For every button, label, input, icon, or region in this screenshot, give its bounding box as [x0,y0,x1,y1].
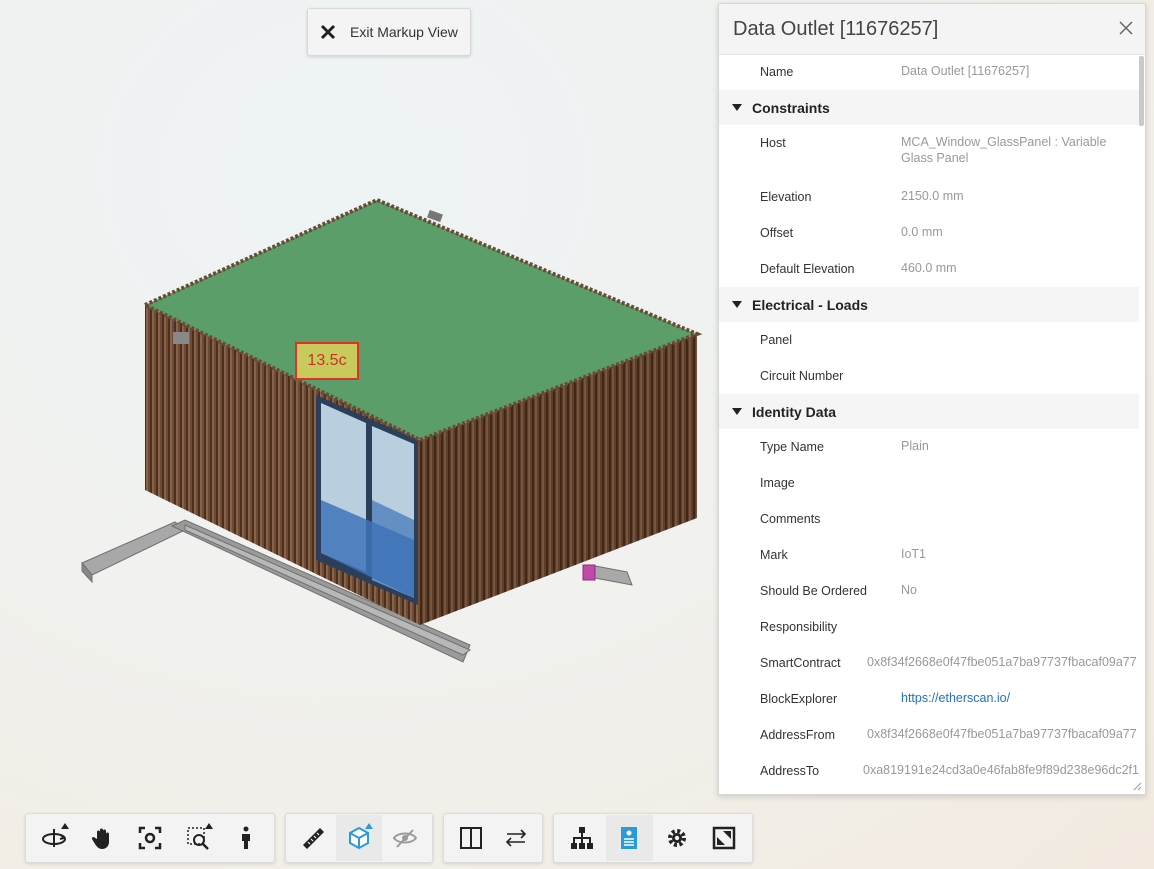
toolbar-tools-group [285,813,433,863]
fullscreen-icon [713,826,736,850]
zoom-window-button[interactable] [174,815,222,861]
property-row: Responsibility [719,609,1139,645]
exit-markup-view-button[interactable]: Exit Markup View [307,8,471,56]
explode-visibility-icon [392,829,418,848]
settings-icon [667,829,686,847]
property-value: 0x8f34f2668e0f47fbe051a7ba97737fbacaf09a… [867,655,1137,669]
close-icon[interactable] [1117,19,1135,37]
property-row: Type Name Plain [719,429,1139,465]
resize-handle-icon[interactable] [1132,781,1142,791]
toolbar-panels-group [553,813,753,863]
split-view-icon [459,827,482,849]
property-key: Name [760,65,794,79]
markup-annotation[interactable]: 13.5c [295,342,359,380]
property-value: 0xa819191e24cd3a0e46fab8fe9f89d238e96dc2… [863,763,1139,776]
fit-to-view-button[interactable] [126,815,174,861]
property-row: Circuit Number [719,358,1139,394]
property-row: Image [719,465,1139,501]
toolbar-compare-group [443,813,543,863]
properties-button[interactable] [605,815,653,861]
compare-icon [505,829,526,847]
properties-icon [621,827,638,849]
property-row: AddressFrom 0x8f34f2668e0f47fbe051a7ba97… [719,717,1139,753]
split-view-button[interactable] [448,815,493,861]
markup-annotation-text: 13.5c [307,352,347,369]
settings-button[interactable] [653,815,701,861]
properties-panel: Data Outlet [11676257] Name Data Outlet … [718,3,1146,795]
toolbar-navigation-group [25,813,275,863]
property-row: BlockExplorer https://etherscan.io/ [719,681,1139,717]
model-browser-icon [570,827,593,849]
property-key: BlockExplorer [760,692,838,706]
property-key: Host [760,136,786,150]
property-row: Should Be Ordered No [719,573,1139,609]
property-row: Comments [719,501,1139,537]
category-title: Electrical - Loads [752,296,868,313]
property-row: SmartContract 0x8f34f2668e0f47fbe051a7ba… [719,645,1139,681]
measure-button[interactable] [290,815,336,861]
block-explorer-link[interactable]: https://etherscan.io/ [901,690,1139,706]
property-value: 460.0 mm [901,261,957,275]
duct-right [582,564,633,586]
collapse-triangle-icon[interactable] [732,301,742,308]
panel-scrollbar[interactable] [1139,56,1144,126]
property-value: MCA_Window_GlassPanel : Variable Glass P… [901,135,1107,165]
measure-icon [303,828,324,849]
property-row: AddressTo 0xa819191e24cd3a0e46fab8fe9f89… [719,753,1139,776]
close-icon [320,24,336,40]
category-electrical-loads[interactable]: Electrical - Loads [719,287,1139,322]
section-box-button[interactable] [336,815,382,861]
property-key: Default Elevation [760,262,855,276]
property-value: 2150.0 mm [901,189,964,203]
panel-title: Data Outlet [11676257] [733,17,939,40]
pan-icon [91,828,109,849]
caret-up-icon [205,823,213,829]
fullscreen-button[interactable] [701,815,749,861]
orbit-button[interactable] [30,815,78,861]
exit-markup-label: Exit Markup View [350,24,458,40]
panel-header[interactable]: Data Outlet [11676257] [719,4,1145,55]
property-value: 0x8f34f2668e0f47fbe051a7ba97737fbacaf09a… [867,727,1137,741]
caret-up-icon [365,823,373,829]
explode-visibility-button[interactable] [382,815,428,861]
property-value: 0.0 mm [901,225,943,239]
property-value: No [901,583,917,597]
property-row: Elevation 2150.0 mm [719,179,1139,215]
fit-to-view-icon [138,826,162,850]
property-key: Comments [760,512,821,526]
property-value: IoT1 [901,547,927,561]
model-browser-button[interactable] [558,815,606,861]
collapse-triangle-icon[interactable] [732,104,742,111]
first-person-icon [242,826,250,849]
collapse-triangle-icon[interactable] [732,408,742,415]
compare-button[interactable] [493,815,538,861]
property-row: Mark IoT1 [719,537,1139,573]
property-row: Offset 0.0 mm [719,215,1139,251]
property-row: Panel [719,322,1139,358]
category-title: Constraints [752,99,830,116]
property-key: Mark [760,548,788,562]
property-key: Type Name [760,440,824,454]
properties-list[interactable]: Name Data Outlet [11676257] Constraints … [719,54,1139,776]
property-row: Host MCA_Window_GlassPanel : Variable Gl… [719,125,1139,179]
property-row: Default Elevation 460.0 mm [719,251,1139,287]
property-key: Panel [760,333,792,347]
property-key: Should Be Ordered [760,584,868,598]
first-person-button[interactable] [222,815,270,861]
property-key: Image [760,476,795,490]
category-constraints[interactable]: Constraints [719,90,1139,125]
property-value: Plain [901,439,929,453]
caret-up-icon [61,823,69,829]
property-value: Data Outlet [11676257] [901,64,1030,78]
property-key: Responsibility [760,620,838,634]
category-title: Identity Data [752,403,837,420]
property-key: Elevation [760,190,812,204]
pan-button[interactable] [78,815,126,861]
property-key: Circuit Number [760,369,844,383]
property-key: Offset [760,226,794,240]
property-row: Name Data Outlet [11676257] [719,54,1139,90]
category-identity-data[interactable]: Identity Data [719,394,1139,429]
